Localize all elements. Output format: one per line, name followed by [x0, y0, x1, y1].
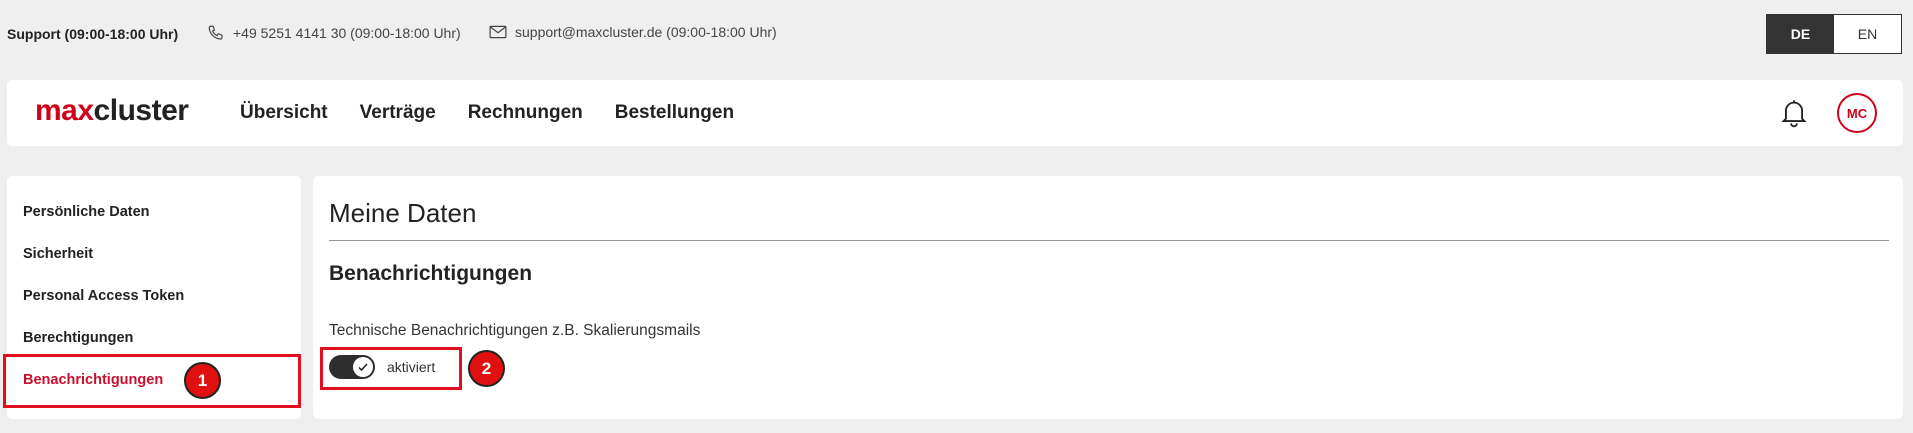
user-avatar[interactable]: MC: [1837, 93, 1877, 133]
main-nav: Übersicht Verträge Rechnungen Bestellung…: [240, 102, 766, 124]
main-panel: Meine Daten Benachrichtigungen Technisch…: [313, 176, 1903, 419]
bell-icon: [1781, 100, 1807, 128]
support-email-text: support@maxcluster.de (09:00-18:00 Uhr): [515, 24, 777, 40]
page-title: Meine Daten: [329, 198, 477, 228]
maxcluster-logo[interactable]: maxcluster: [35, 94, 189, 127]
sidebar-item-berechtigungen[interactable]: Berechtigungen: [23, 330, 133, 346]
technical-notifications-label: Technische Benachrichtigungen z.B. Skali…: [329, 322, 701, 339]
section-title: Benachrichtigungen: [329, 262, 533, 285]
notifications-button[interactable]: [1780, 98, 1808, 133]
title-divider: [329, 240, 1889, 241]
logo-cluster: cluster: [93, 94, 189, 127]
lang-en-button[interactable]: EN: [1834, 15, 1901, 53]
support-bar: Support (09:00-18:00 Uhr) +49 5251 4141 …: [0, 0, 1913, 68]
mail-icon: [489, 25, 507, 39]
main-header: maxcluster Übersicht Verträge Rechnungen…: [7, 80, 1903, 146]
phone-icon: [208, 25, 223, 40]
logo-max: max: [35, 94, 94, 127]
nav-vertraege[interactable]: Verträge: [360, 102, 436, 124]
step-marker-2: 2: [468, 350, 505, 387]
sidebar-item-persoenliche-daten[interactable]: Persönliche Daten: [23, 204, 150, 220]
highlight-box-2: [320, 347, 462, 390]
step-marker-1: 1: [184, 362, 221, 399]
support-phone-text: +49 5251 4141 30 (09:00-18:00 Uhr): [233, 25, 461, 41]
support-email[interactable]: support@maxcluster.de (09:00-18:00 Uhr): [489, 24, 777, 40]
lang-de-button[interactable]: DE: [1767, 15, 1834, 53]
support-title: Support (09:00-18:00 Uhr): [7, 26, 179, 42]
highlight-box-1: [3, 354, 301, 408]
support-phone[interactable]: +49 5251 4141 30 (09:00-18:00 Uhr): [207, 24, 461, 42]
sidebar-item-personal-access-token[interactable]: Personal Access Token: [23, 288, 184, 304]
nav-bestellungen[interactable]: Bestellungen: [615, 102, 734, 124]
sidebar-item-sicherheit[interactable]: Sicherheit: [23, 246, 93, 262]
nav-uebersicht[interactable]: Übersicht: [240, 102, 328, 124]
nav-rechnungen[interactable]: Rechnungen: [468, 102, 583, 124]
language-switch: DE EN: [1766, 14, 1902, 54]
